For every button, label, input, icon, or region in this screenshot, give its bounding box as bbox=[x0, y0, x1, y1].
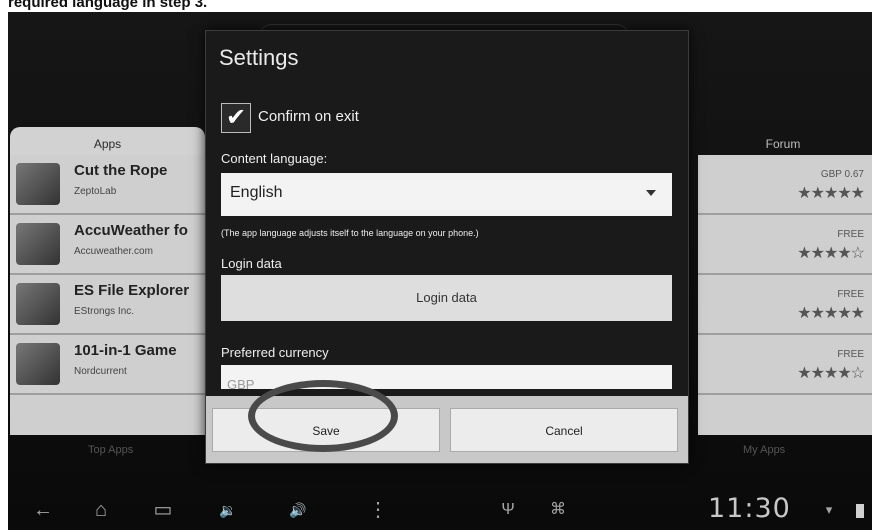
system-nav-bar: ← ⌂ ▭ 🔉 🔊 ⋮ Ψ ⌘ 11:30 ▾ bbox=[8, 490, 872, 530]
app-developer: Nordcurrent bbox=[74, 366, 127, 377]
price-cell[interactable]: GBP 0.67 ★★★★★ bbox=[698, 155, 872, 215]
app-title: 101-in-1 Game bbox=[74, 342, 177, 359]
rating-stars: ★★★★☆ bbox=[797, 365, 865, 382]
login-data-button[interactable]: Login data bbox=[221, 275, 672, 321]
app-icon bbox=[16, 343, 60, 385]
app-price: GBP 0.67 bbox=[820, 169, 864, 180]
volume-down-icon[interactable]: 🔉 bbox=[213, 490, 243, 530]
app-developer: Accuweather.com bbox=[74, 246, 153, 257]
language-note: (The app language adjusts itself to the … bbox=[221, 228, 479, 238]
content-language-select[interactable]: English bbox=[221, 173, 672, 216]
app-price: FREE bbox=[837, 229, 864, 240]
content-language-value: English bbox=[230, 184, 283, 201]
tab-apps[interactable]: Apps bbox=[10, 127, 205, 155]
app-title: ES File Explorer bbox=[74, 282, 190, 299]
confirm-exit-label[interactable]: Confirm on exit bbox=[258, 108, 359, 125]
rating-stars: ★★★★★ bbox=[797, 185, 865, 202]
clock: 11:30 bbox=[708, 493, 791, 524]
dropdown-caret-icon bbox=[646, 190, 656, 196]
content-language-label: Content language: bbox=[221, 151, 328, 166]
wifi-icon: ▾ bbox=[825, 502, 833, 517]
app-price: FREE bbox=[837, 349, 864, 360]
app-price: FREE bbox=[837, 289, 864, 300]
price-list: GBP 0.67 ★★★★★ FREE ★★★★☆ FREE ★★★★★ FRE… bbox=[698, 155, 872, 435]
tab-top-apps[interactable]: Top Apps bbox=[88, 444, 133, 456]
rating-stars: ★★★★★ bbox=[797, 305, 865, 322]
app-list: Cut the Rope ZeptoLab AccuWeather fo Acc… bbox=[10, 155, 205, 435]
preferred-currency-value: GBP bbox=[227, 377, 255, 389]
preferred-currency-label: Preferred currency bbox=[221, 345, 329, 360]
app-title: AccuWeather fo bbox=[74, 222, 188, 239]
app-developer: EStrongs Inc. bbox=[74, 306, 135, 317]
price-cell[interactable]: FREE ★★★★☆ bbox=[698, 215, 872, 275]
list-item[interactable]: ES File Explorer EStrongs Inc. bbox=[10, 275, 205, 335]
usb-icon: Ψ bbox=[501, 501, 515, 518]
dialog-title: Settings bbox=[219, 45, 299, 70]
back-icon[interactable]: ← bbox=[28, 490, 58, 530]
list-item[interactable]: AccuWeather fo Accuweather.com bbox=[10, 215, 205, 275]
app-developer: ZeptoLab bbox=[74, 186, 117, 197]
recent-apps-icon[interactable]: ▭ bbox=[148, 490, 178, 530]
confirm-exit-checkbox[interactable]: ✔ bbox=[221, 103, 251, 133]
rating-stars: ★★★★☆ bbox=[797, 245, 865, 262]
app-title: Cut the Rope bbox=[74, 162, 168, 179]
save-highlight-ring bbox=[248, 380, 398, 452]
app-icon bbox=[16, 163, 60, 205]
home-icon[interactable]: ⌂ bbox=[86, 490, 116, 530]
price-cell[interactable]: FREE ★★★★★ bbox=[698, 275, 872, 335]
app-icon bbox=[16, 283, 60, 325]
app-icon bbox=[16, 223, 60, 265]
menu-icon[interactable]: ⋮ bbox=[363, 490, 393, 530]
price-cell[interactable]: FREE ★★★★☆ bbox=[698, 335, 872, 395]
tab-forum[interactable]: Forum bbox=[698, 127, 868, 155]
battery-icon bbox=[856, 504, 864, 518]
list-item[interactable]: Cut the Rope ZeptoLab bbox=[10, 155, 205, 215]
page-caption: required language in step 3. bbox=[8, 0, 208, 11]
cancel-button[interactable]: Cancel bbox=[450, 408, 678, 452]
volume-up-icon[interactable]: 🔊 bbox=[283, 490, 313, 530]
tab-my-apps[interactable]: My Apps bbox=[743, 444, 785, 456]
login-data-label: Login data bbox=[221, 256, 282, 271]
android-icon: ⌘ bbox=[550, 501, 566, 518]
list-item[interactable]: 101-in-1 Game Nordcurrent bbox=[10, 335, 205, 395]
